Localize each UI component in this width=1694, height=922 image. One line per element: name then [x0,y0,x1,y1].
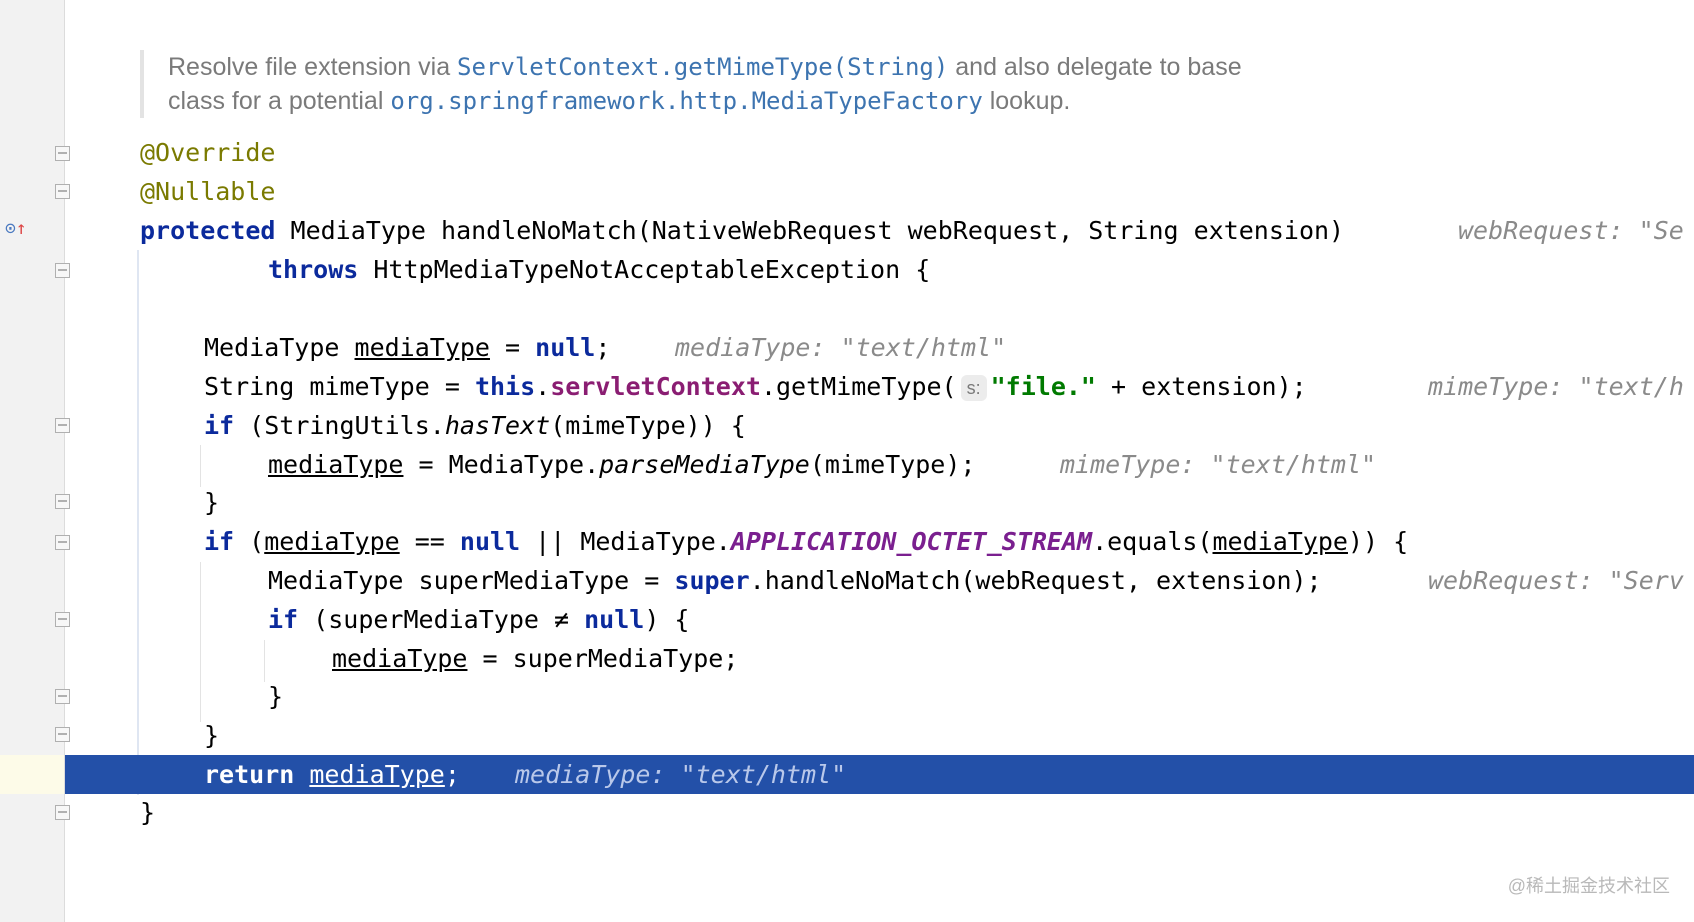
closing-brace: } [204,721,220,750]
code-line[interactable]: mediaType = superMediaType; [0,638,1694,680]
debug-inline-value: mediaType: "text/html" [675,333,1007,362]
variable-mediatype: mediaType [1212,527,1348,556]
code-statement: if (superMediaType ≠ null) { [268,599,689,641]
closing-brace: } [140,798,156,827]
keyword: if [204,527,235,556]
variable-mediatype: mediaType [332,644,468,673]
javadoc-line: class for a potential org.springframewor… [168,84,1568,118]
static-method-call: parseMediaType [599,450,810,479]
code-text: ; [595,333,611,362]
code-line[interactable]: if (superMediaType ≠ null) { [0,599,1694,641]
variable-mediatype: mediaType [354,333,490,362]
code-line[interactable]: MediaType mediaType = null; mediaType: "… [0,327,1694,369]
javadoc-link[interactable]: ServletContext.getMimeType(String) [457,53,948,81]
code-line[interactable]: } [0,792,1694,834]
code-text: || MediaType. [520,527,731,556]
parameter-hint: s: [960,375,987,401]
javadoc-text: Resolve file extension via [168,53,458,81]
code-text: (StringUtils. [234,411,445,440]
keyword: throws [268,255,359,284]
javadoc-link[interactable]: org.springframework.http.MediaTypeFactor… [390,87,982,115]
keyword: null [584,605,645,634]
code-text: + extension); [1095,372,1307,401]
static-method-call: hasText [444,411,551,440]
code-text: String mimeType = [204,372,475,401]
code-text: )) { [1347,527,1409,556]
keyword: null [535,333,596,362]
code-text: .getMimeType( [760,372,957,401]
code-text: = MediaType. [403,450,600,479]
debug-inline-value: mimeType: "text/html" [1060,450,1377,479]
annotation-nullable: @Nullable [140,177,276,206]
javadoc-comment: Resolve file extension via ServletContex… [140,50,1568,118]
static-constant: APPLICATION_OCTET_STREAM [730,527,1093,556]
closing-brace: } [268,682,284,711]
string-literal: "file." [990,372,1096,401]
code-statement: if (StringUtils.hasText(mimeType)) { [204,405,746,447]
debug-inline-value: webRequest: "Serv [1428,566,1684,595]
code-statement: MediaType mediaType = null; [204,327,610,369]
keyword: if [268,605,299,634]
method-signature: protected MediaType handleNoMatch(Native… [140,210,1344,252]
code-line[interactable]: throws HttpMediaTypeNotAcceptableExcepti… [0,249,1694,291]
code-text: .equals( [1092,527,1213,556]
code-text: = [489,333,536,362]
code-text: = superMediaType; [467,644,739,673]
code-text: == [399,527,460,556]
code-text: MediaType [204,333,355,362]
code-line[interactable]: MediaType superMediaType = super.handleN… [0,560,1694,602]
code-text: MediaType superMediaType = [268,566,675,595]
code-text: ; [444,760,460,789]
code-statement: String mimeType = this.servletContext.ge… [204,366,1307,408]
code-text: ) { [644,605,690,634]
annotation-override: @Override [140,138,276,167]
code-text: .handleNoMatch(webRequest, extension); [749,566,1322,595]
watermark: @稀土掘金技术社区 [1507,876,1670,896]
code-text: HttpMediaTypeNotAcceptableException { [358,255,931,284]
code-line[interactable]: if (StringUtils.hasText(mimeType)) { [0,405,1694,447]
execution-point-line[interactable]: return mediaType; mediaType: "text/html" [65,755,1694,794]
code-statement: mediaType = MediaType.parseMediaType(mim… [268,444,975,486]
code-text: (superMediaType ≠ [298,605,585,634]
code-line[interactable]: } [0,482,1694,524]
code-statement: if (mediaType == null || MediaType.APPLI… [204,521,1408,563]
code-text: (mimeType)) { [550,411,746,440]
variable-mediatype: mediaType [264,527,400,556]
code-line[interactable]: } [0,676,1694,718]
code-statement: MediaType superMediaType = super.handleN… [268,560,1322,602]
code-statement: mediaType = superMediaType; [332,638,738,680]
javadoc-text: and also delegate to base [948,53,1242,81]
javadoc-text: lookup. [982,87,1071,115]
code-text: . [535,372,551,401]
javadoc-line: Resolve file extension via ServletContex… [168,50,1568,84]
keyword: null [459,527,521,556]
keyword: super [674,566,750,595]
debug-inline-value: mimeType: "text/h [1428,372,1684,401]
keyword: protected [140,216,276,245]
code-line[interactable]: @Override [0,132,1694,174]
code-text: MediaType handleNoMatch(NativeWebRequest… [275,216,1345,245]
javadoc-text: class for a potential [168,87,391,115]
code-text: ( [234,527,265,556]
code-line[interactable]: mediaType = MediaType.parseMediaType(mim… [0,444,1694,486]
field-reference: servletContext [550,372,761,401]
code-line[interactable]: if (mediaType == null || MediaType.APPLI… [0,521,1694,563]
throws-clause: throws HttpMediaTypeNotAcceptableExcepti… [268,249,930,291]
code-line[interactable]: String mimeType = this.servletContext.ge… [0,366,1694,408]
code-statement: return mediaType; [204,755,460,794]
variable-mediatype: mediaType [268,450,404,479]
code-line[interactable]: } [0,715,1694,757]
keyword: if [204,411,235,440]
code-line[interactable]: @Nullable [0,171,1694,213]
keyword: return [204,760,295,789]
code-text: (mimeType); [809,450,976,479]
debug-inline-value: mediaType: "text/html" [515,760,847,789]
code-line[interactable]: protected MediaType handleNoMatch(Native… [0,210,1694,252]
closing-brace: } [204,488,220,517]
variable-mediatype: mediaType [309,760,445,789]
keyword: this [474,372,536,401]
debug-inline-value: webRequest: "Se [1458,216,1684,245]
